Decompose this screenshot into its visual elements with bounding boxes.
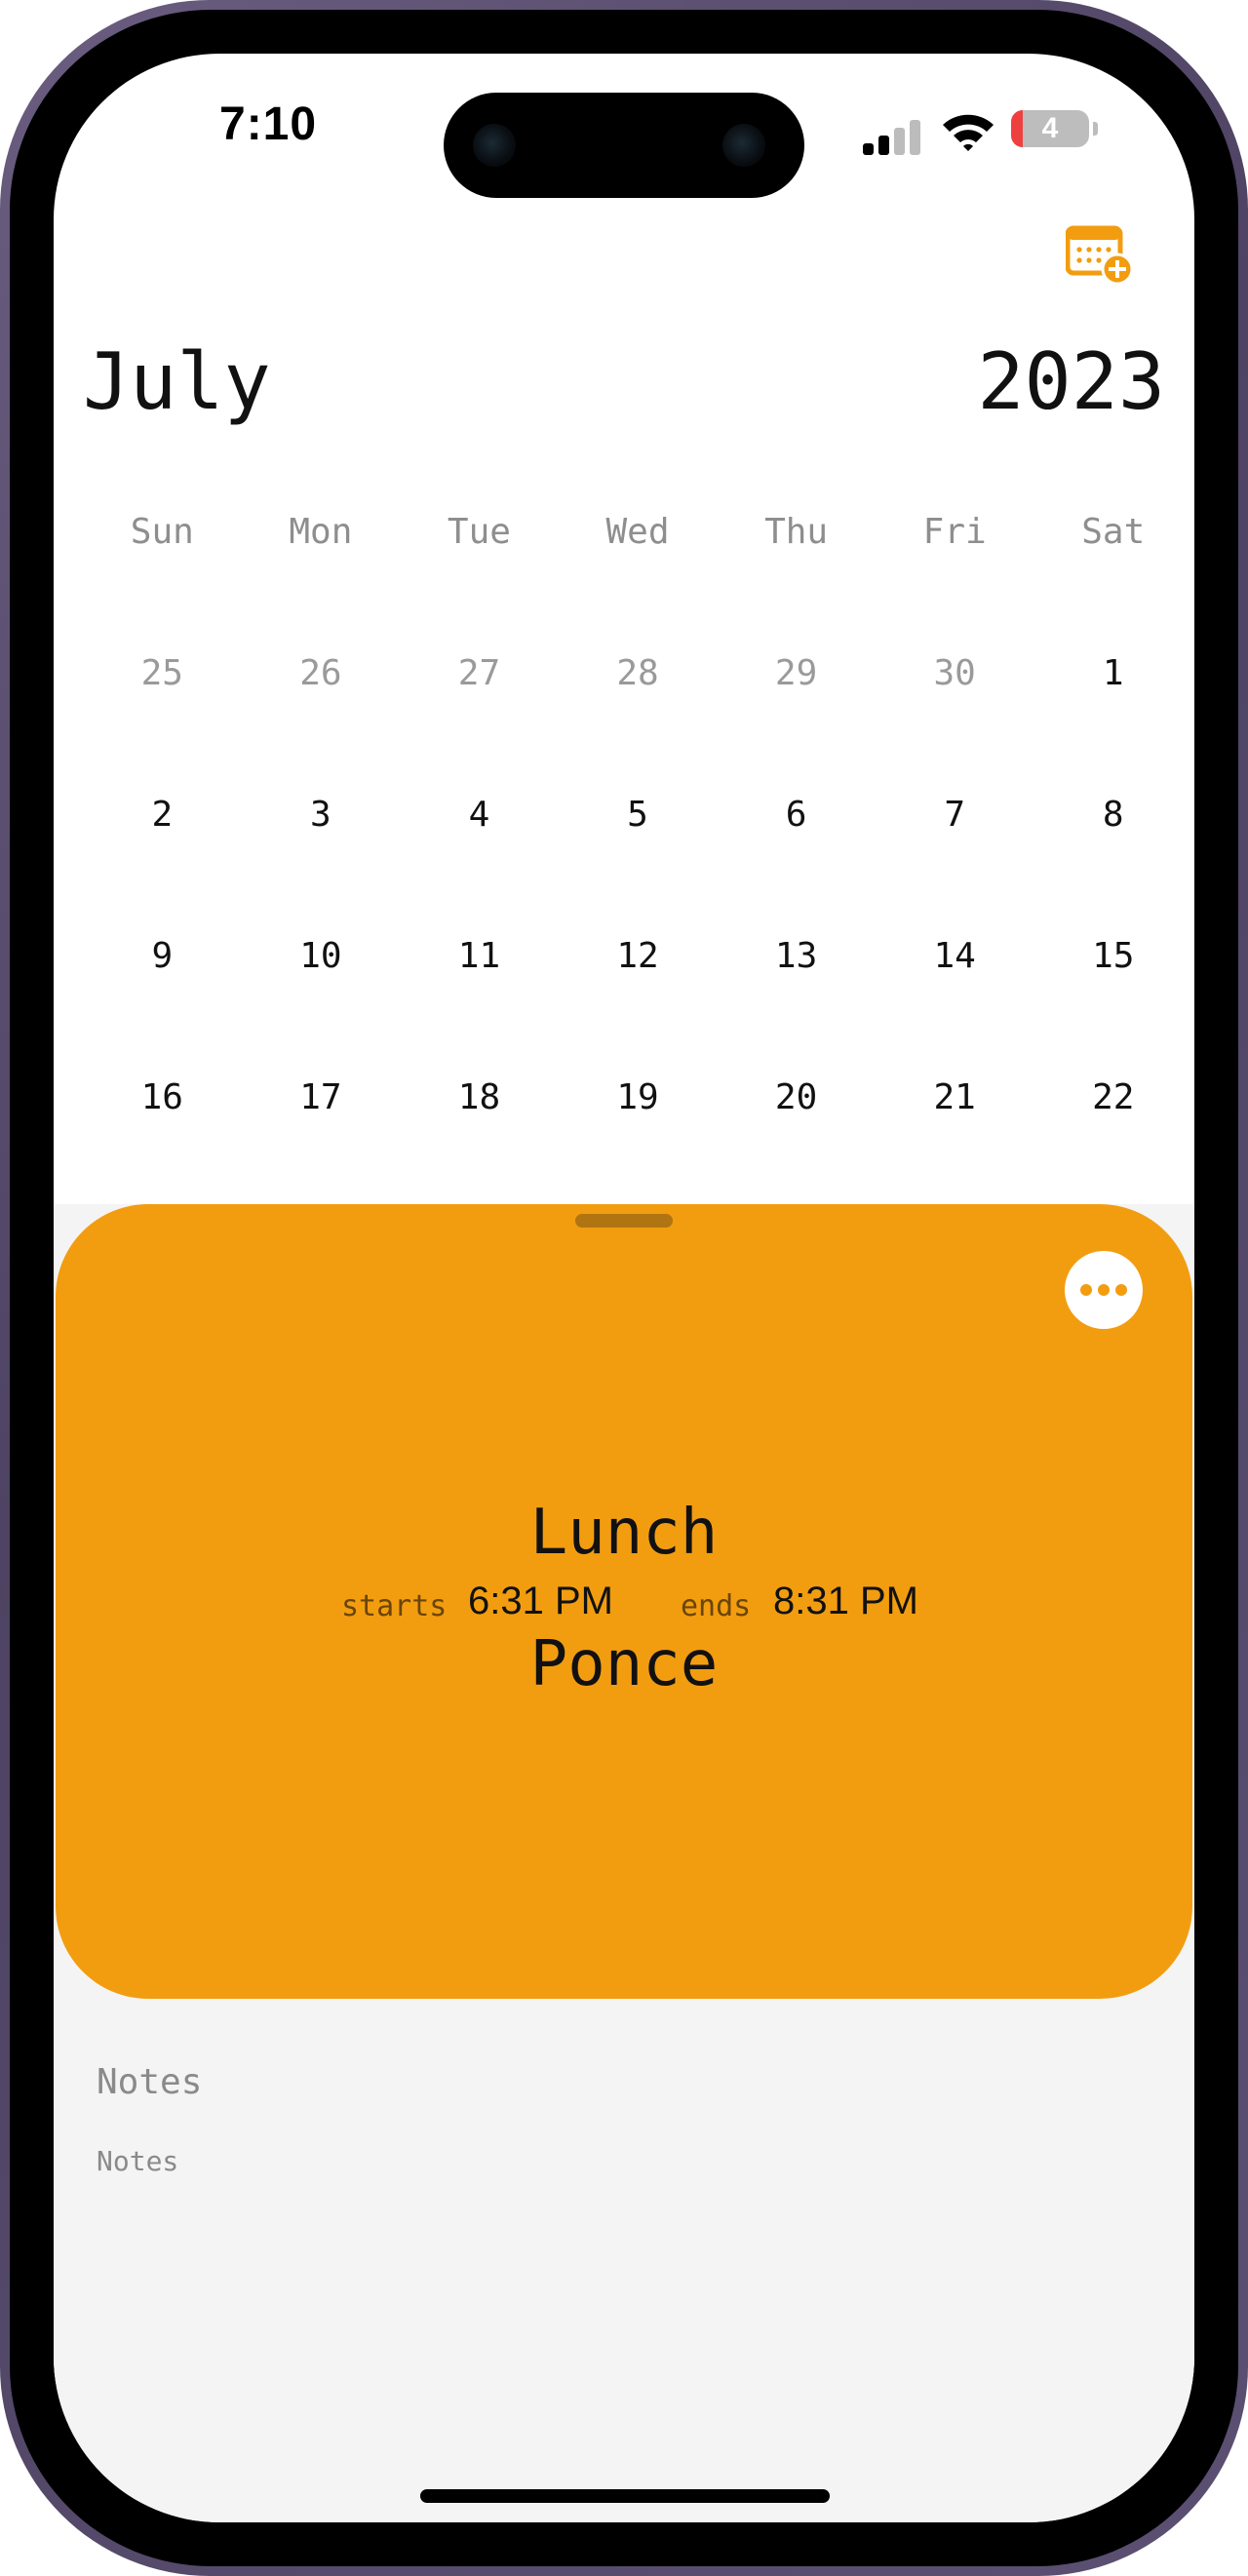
day-cell[interactable]: 9 <box>83 936 242 976</box>
week-row: 25 26 27 28 29 30 1 <box>83 653 1192 693</box>
day-cell[interactable]: 3 <box>242 795 401 835</box>
notes-heading: Notes <box>97 2062 203 2102</box>
day-cell[interactable]: 17 <box>242 1077 401 1117</box>
day-cell[interactable]: 19 <box>559 1077 718 1117</box>
weekday-label: Fri <box>922 512 987 552</box>
day-cell[interactable]: 30 <box>876 653 1034 693</box>
battery-icon: 4 <box>1011 110 1089 147</box>
end-time[interactable]: 8:31 PM <box>773 1580 918 1623</box>
weekday-label: Thu <box>764 512 829 552</box>
day-cell[interactable]: 18 <box>400 1077 559 1117</box>
day-cell[interactable]: 10 <box>242 936 401 976</box>
weekday-header: Sun Mon Tue Wed Thu Fri Sat <box>83 512 1192 552</box>
sheet-grabber[interactable] <box>575 1214 673 1228</box>
month-title: July <box>83 336 271 427</box>
day-cell[interactable]: 1 <box>1034 653 1192 693</box>
ellipsis-icon[interactable] <box>1065 1251 1143 1329</box>
day-cell[interactable]: 25 <box>83 653 242 693</box>
day-cell[interactable]: 6 <box>717 795 876 835</box>
home-indicator[interactable] <box>420 2489 830 2503</box>
day-cell[interactable]: 22 <box>1034 1077 1192 1117</box>
wifi-icon <box>943 114 994 151</box>
battery-level: 4 <box>1041 112 1059 144</box>
dynamic-island <box>444 93 804 198</box>
starts-label: starts <box>341 1589 448 1623</box>
status-time: 7:10 <box>219 98 318 150</box>
weekday-label: Sat <box>1081 512 1146 552</box>
day-cell[interactable]: 4 <box>400 795 559 835</box>
notes-field[interactable]: Notes <box>97 2145 178 2177</box>
week-row: 2 3 4 5 6 7 8 <box>83 795 1192 835</box>
screen: 7:10 4 July 2023 Sun Mon Tue Wed Thu Fri… <box>54 54 1194 2522</box>
day-cell[interactable]: 16 <box>83 1077 242 1117</box>
camera-icon <box>722 124 765 167</box>
day-cell[interactable]: 26 <box>242 653 401 693</box>
day-cell[interactable]: 13 <box>717 936 876 976</box>
day-cell[interactable]: 8 <box>1034 795 1192 835</box>
day-cell[interactable]: 21 <box>876 1077 1034 1117</box>
weekday-label: Sun <box>130 512 194 552</box>
day-cell[interactable]: 29 <box>717 653 876 693</box>
weekday-label: Wed <box>605 512 670 552</box>
weekday-label: Tue <box>447 512 511 552</box>
day-cell[interactable]: 7 <box>876 795 1034 835</box>
day-cell[interactable]: 12 <box>559 936 718 976</box>
day-cell[interactable]: 27 <box>400 653 559 693</box>
weekday-label: Mon <box>289 512 353 552</box>
day-cell[interactable]: 2 <box>83 795 242 835</box>
week-row: 9 10 11 12 13 14 15 <box>83 936 1192 976</box>
year-title: 2023 <box>977 336 1165 427</box>
week-row: 16 17 18 19 20 21 22 <box>83 1077 1192 1117</box>
cellular-signal-icon <box>863 116 925 155</box>
day-cell[interactable]: 11 <box>400 936 559 976</box>
event-location: Ponce <box>529 1628 719 1700</box>
day-cell[interactable]: 15 <box>1034 936 1192 976</box>
day-cell[interactable]: 20 <box>717 1077 876 1117</box>
day-cell[interactable]: 28 <box>559 653 718 693</box>
day-cell[interactable]: 5 <box>559 795 718 835</box>
event-title: Lunch <box>529 1497 719 1569</box>
ends-label: ends <box>681 1589 752 1623</box>
calendar-plus-icon[interactable] <box>1066 224 1134 285</box>
event-card[interactable] <box>56 1204 1192 1999</box>
day-cell[interactable]: 14 <box>876 936 1034 976</box>
start-time[interactable]: 6:31 PM <box>468 1580 613 1623</box>
sensor-icon <box>473 124 516 167</box>
battery-nub <box>1093 122 1098 136</box>
